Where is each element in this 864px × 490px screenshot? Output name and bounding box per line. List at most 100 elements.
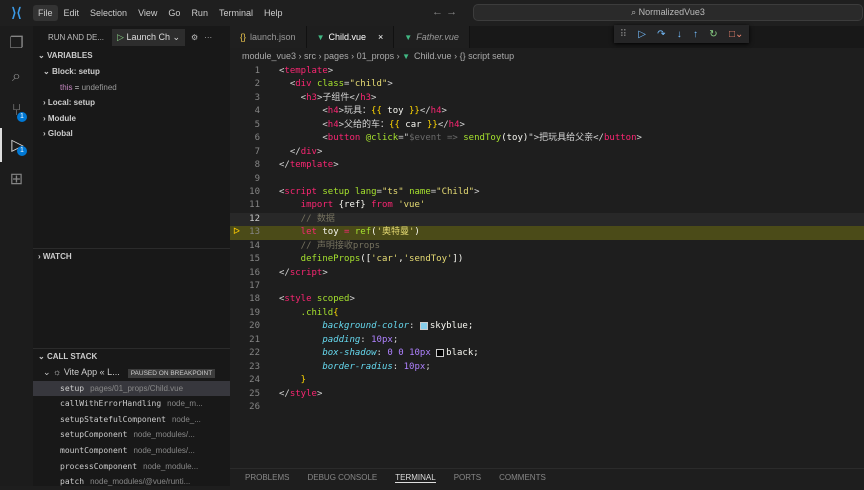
command-center-search[interactable]: ⌕ NormalizedVue3 — [473, 4, 863, 21]
stack-frame[interactable]: setup pages/01_props/Child.vue — [33, 380, 230, 397]
menu-item-terminal[interactable]: Terminal — [214, 5, 258, 21]
breadcrumb-item[interactable]: pages — [324, 51, 349, 61]
variables-label: VARIABLES — [46, 51, 93, 60]
stack-frame[interactable]: mountComponent node_modules/... — [33, 443, 230, 459]
stack-frame[interactable]: setupStatefulComponent node_... — [33, 412, 230, 428]
stack-frame[interactable]: processComponent node_module... — [33, 459, 230, 475]
run-debug-icon[interactable]: ▷ 1 — [0, 128, 33, 162]
line-number: 7 — [254, 146, 260, 157]
panel-tab-problems[interactable]: PROBLEMS — [245, 473, 289, 482]
extensions-icon[interactable]: ⊞ — [0, 162, 33, 196]
launch-config-dropdown[interactable]: ▷ Launch Ch ⌄ — [112, 28, 186, 46]
breakpoint-arrow-icon[interactable]: ᐅ — [233, 226, 240, 239]
code-token: : — [392, 361, 404, 372]
scope-item[interactable]: › Local: setup — [33, 95, 230, 111]
code-token: style — [284, 294, 312, 305]
line-number: 15 — [249, 254, 260, 265]
code-token: button — [327, 133, 361, 144]
more-icon[interactable]: ··· — [204, 33, 212, 42]
variables-header[interactable]: ⌄ VARIABLES — [33, 48, 230, 64]
color-swatch[interactable] — [436, 348, 445, 357]
code-line: 13 ᐅ let toy = ref('奥特曼') — [230, 226, 864, 240]
menu-item-view[interactable]: View — [133, 5, 162, 21]
drag-handle-icon[interactable]: ⠿ — [620, 29, 627, 40]
stack-frame[interactable]: callWithErrorHandling node_m... — [33, 396, 230, 412]
code-token: ([ — [360, 254, 372, 265]
stack-frame[interactable]: setupComponent node_modules/... — [33, 427, 230, 443]
breadcrumb-item[interactable]: Child.vue — [414, 51, 452, 61]
code-token: </ — [279, 146, 301, 157]
continue-icon[interactable]: ▷ — [638, 29, 646, 40]
code-token: name — [403, 186, 431, 197]
menu-item-selection[interactable]: Selection — [85, 5, 132, 21]
menu-item-run[interactable]: Run — [186, 5, 213, 21]
line-number: 22 — [249, 348, 260, 359]
frame-function: patch — [60, 477, 85, 487]
step-into-icon[interactable]: ↓ — [677, 29, 682, 40]
code-token: @click — [360, 133, 399, 144]
breadcrumb-item[interactable]: module_vue3 — [242, 51, 296, 61]
watch-header[interactable]: › WATCH — [33, 248, 230, 264]
tab-child-vue[interactable]: ▼ Child.vue × — [306, 26, 395, 48]
forward-icon[interactable]: → — [446, 6, 457, 18]
line-number: 25 — [249, 388, 260, 399]
code-token: '奥特曼' — [376, 227, 415, 238]
code-token: skyblue; — [429, 321, 474, 332]
stack-frame[interactable]: patch node_modules/@vue/runti... — [33, 474, 230, 490]
tab-launch-json[interactable]: {} launch.json — [230, 26, 307, 48]
line-number: 11 — [249, 200, 260, 211]
menu-item-edit[interactable]: Edit — [59, 5, 85, 21]
source-control-icon[interactable]: ⑂ 1 — [0, 94, 33, 128]
code-token: import — [279, 200, 339, 211]
menu-item-file[interactable]: File — [33, 5, 58, 21]
scope-item[interactable]: › Module — [33, 111, 230, 127]
code-token: ; — [425, 361, 431, 372]
explorer-icon[interactable]: ❐ — [0, 26, 33, 60]
code-line: 23 border-radius: 10px; — [230, 361, 864, 374]
restart-icon[interactable]: ↻ — [709, 29, 717, 40]
vue-file-icon: ▼ — [404, 32, 413, 42]
code-editor[interactable]: 1 <template> 2 <div class="child"> 3 <h3>子组… — [230, 65, 864, 414]
search-icon[interactable]: ⌕ — [0, 60, 33, 94]
menu-bar: File Edit Selection View Go Run Terminal Help — [33, 5, 288, 21]
breadcrumb-item[interactable]: {} script setup — [460, 51, 515, 61]
code-token: : — [409, 321, 420, 332]
breadcrumb-item[interactable]: 01_props — [357, 51, 395, 61]
step-over-icon[interactable]: ↷ — [657, 29, 665, 40]
title-bar: ⟩⟨ File Edit Selection View Go Run Terminal Hel… — [0, 0, 864, 26]
thread-vite-app[interactable]: ⌄ ☼ Vite App « L... PAUSED ON BREAKPOINT — [33, 365, 230, 381]
tab-father-vue[interactable]: ▼ Father.vue — [394, 26, 470, 48]
code-token: } — [279, 375, 307, 386]
panel-tab-debug-console[interactable]: DEBUG CONSOLE — [307, 473, 377, 482]
stop-icon[interactable]: □⌄ — [729, 29, 743, 40]
line-number: 5 — [254, 119, 260, 130]
code-token: < — [279, 119, 328, 130]
code-line: 16 </script> — [230, 267, 864, 280]
frame-function: callWithErrorHandling — [60, 399, 162, 409]
call-stack-header[interactable]: ⌄ CALL STACK — [33, 349, 230, 365]
menu-item-help[interactable]: Help — [259, 5, 288, 21]
close-icon[interactable]: × — [378, 32, 383, 42]
line-number: 14 — [249, 240, 260, 251]
panel-tab-ports[interactable]: PORTS — [454, 473, 481, 482]
breadcrumb-item[interactable]: src — [304, 51, 316, 61]
code-token: > — [316, 146, 323, 157]
scope-block-setup[interactable]: ⌄ Block: setup — [33, 64, 230, 80]
color-swatch[interactable] — [419, 321, 428, 330]
gear-icon[interactable]: ⚙ — [191, 33, 198, 42]
step-out-icon[interactable]: ↑ — [693, 29, 698, 40]
code-line: 19 .child{ — [230, 307, 864, 320]
code-line: 12 // 数据 — [230, 212, 864, 227]
code-line: 7 </div> — [230, 146, 864, 159]
scope-item[interactable]: › Global — [33, 126, 230, 142]
panel-tab-terminal[interactable]: TERMINAL — [395, 473, 436, 483]
menu-item-go[interactable]: Go — [163, 5, 185, 21]
panel-tab-comments[interactable]: COMMENTS — [499, 473, 546, 482]
back-icon[interactable]: ← — [432, 6, 443, 18]
line-number: 26 — [249, 401, 260, 412]
variable-this[interactable]: this = undefined — [33, 80, 230, 96]
vue-file-icon: ▼ — [316, 32, 325, 42]
paused-badge: PAUSED ON BREAKPOINT — [127, 369, 216, 378]
code-line: 11 import {ref} from 'vue' — [230, 199, 864, 212]
code-token: ref — [354, 227, 372, 238]
